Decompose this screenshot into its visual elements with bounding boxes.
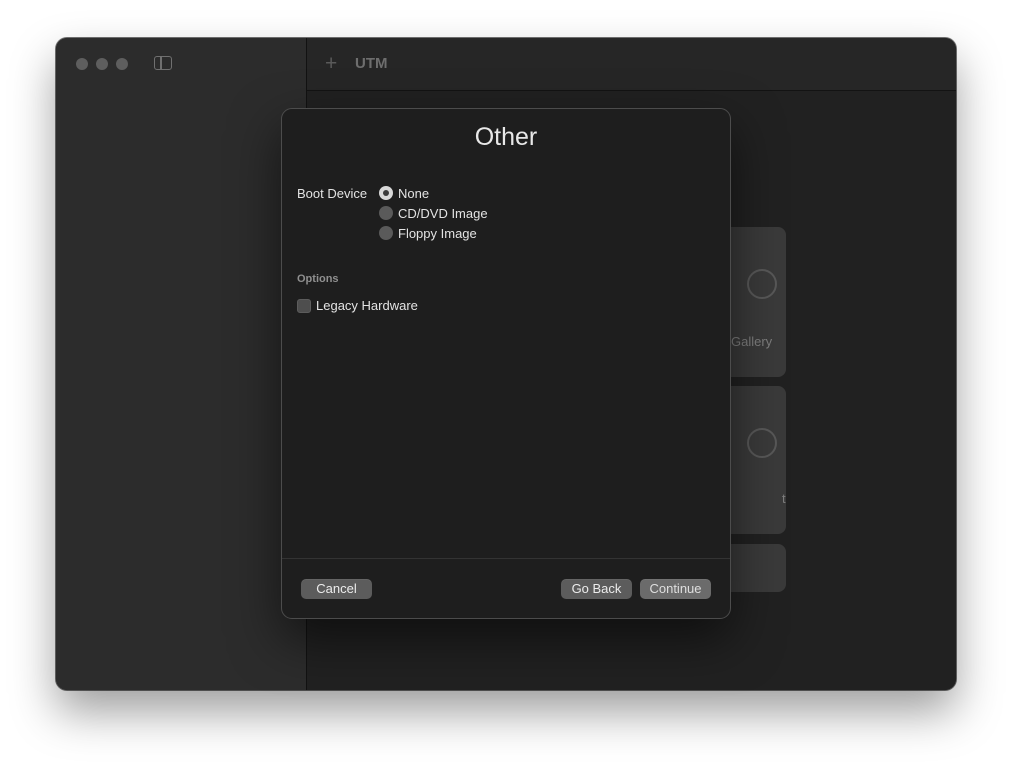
other-dialog: Other Boot Device None CD/DVD Image Flop… xyxy=(281,108,731,619)
boot-device-label: Boot Device xyxy=(297,186,368,201)
boot-cd-dvd-radio[interactable] xyxy=(379,206,393,220)
minimize-window-button[interactable] xyxy=(96,58,108,70)
gallery-card-label: Gallery xyxy=(731,334,773,349)
gallery-icon xyxy=(747,269,777,299)
options-section-header: Options xyxy=(297,273,339,285)
add-vm-icon[interactable]: + xyxy=(325,53,337,74)
second-card-label: t xyxy=(782,491,786,506)
sidebar-toggle-icon[interactable] xyxy=(154,56,172,70)
window-title: UTM xyxy=(355,55,388,72)
toolbar: + UTM xyxy=(307,38,956,91)
boot-floppy-radio[interactable] xyxy=(379,226,393,240)
close-window-button[interactable] xyxy=(76,58,88,70)
zoom-window-button[interactable] xyxy=(116,58,128,70)
footer-divider xyxy=(282,558,730,559)
boot-floppy-label[interactable]: Floppy Image xyxy=(398,226,477,241)
boot-none-radio[interactable] xyxy=(379,186,393,200)
legacy-hardware-label[interactable]: Legacy Hardware xyxy=(316,298,418,313)
second-card-icon xyxy=(747,428,777,458)
cancel-button[interactable]: Cancel xyxy=(301,579,372,599)
dialog-title: Other xyxy=(474,123,538,151)
sidebar xyxy=(56,38,307,690)
continue-button[interactable]: Continue xyxy=(640,579,711,599)
boot-cd-dvd-label[interactable]: CD/DVD Image xyxy=(398,206,488,221)
legacy-hardware-checkbox[interactable] xyxy=(297,299,311,313)
boot-none-label[interactable]: None xyxy=(398,186,429,201)
go-back-button[interactable]: Go Back xyxy=(561,579,632,599)
